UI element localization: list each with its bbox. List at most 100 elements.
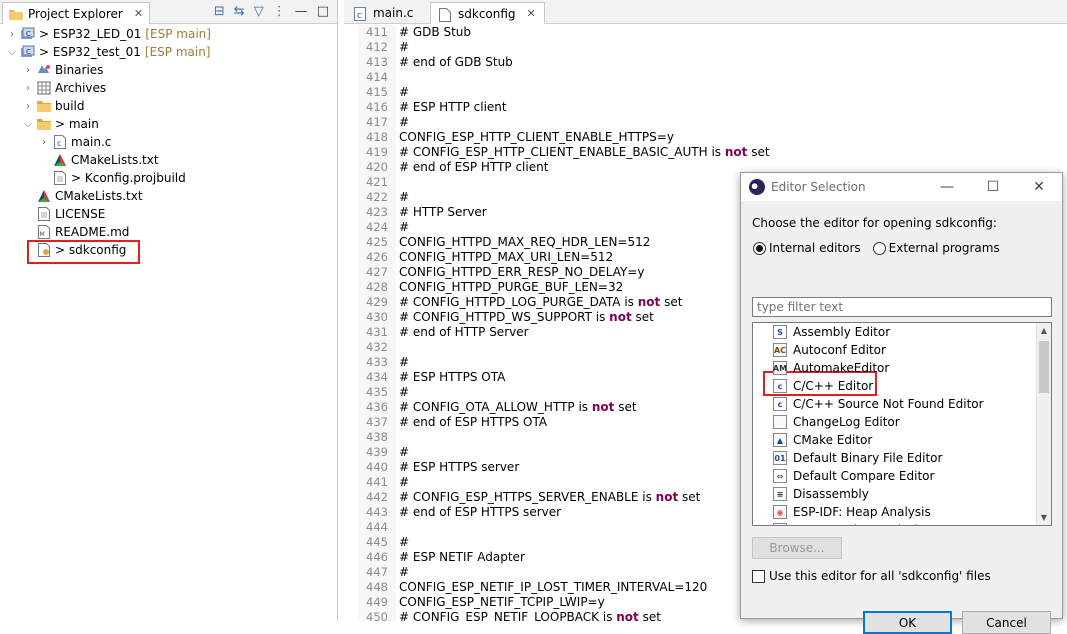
chevron-down-icon[interactable]: ⌵ <box>22 119 34 130</box>
editor-list-item[interactable]: AM AutomakeEditor <box>753 359 1051 377</box>
line-number: 447 <box>366 565 388 579</box>
code-text: # end of HTTP Server <box>399 325 529 340</box>
line-number: 424 <box>366 220 388 234</box>
code-text: CONFIG_HTTPD_MAX_URI_LEN=512 <box>399 250 613 265</box>
editor-list-item[interactable]: ▲ CMake Editor <box>753 431 1051 449</box>
editor-list-item[interactable]: ◉ ESP-IDF: Heap Analysis <box>753 503 1051 521</box>
line-number: 419 <box>366 145 388 159</box>
line-number: 414 <box>366 70 388 84</box>
tree-item[interactable]: › c main.c <box>0 133 337 151</box>
code-text: # CONFIG_OTA_ALLOW_HTTP is not set <box>399 400 637 415</box>
tree-item[interactable]: M README.md <box>0 223 337 241</box>
cmake-icon <box>52 153 68 167</box>
c-file-icon: c <box>354 7 368 21</box>
code-line: 418 CONFIG_ESP_HTTP_CLIENT_ENABLE_HTTPS=y <box>344 130 1067 145</box>
chevron-right-icon[interactable]: › <box>38 137 50 148</box>
internal-editors-radio[interactable]: Internal editors <box>753 241 861 255</box>
tree-item[interactable]: › Binaries <box>0 61 337 79</box>
code-text-part: # end of ESP HTTP client <box>399 160 549 174</box>
close-icon[interactable]: ✕ <box>134 7 143 20</box>
minimize-button[interactable]: — <box>924 173 970 201</box>
tree-item-label: build <box>55 99 85 113</box>
checkbox-label: Use this editor for all 'sdkconfig' file… <box>769 569 991 583</box>
binary-file-icon: 01 <box>773 451 787 465</box>
link-with-editor-icon[interactable]: ⇆ <box>234 4 245 19</box>
ok-button[interactable]: OK <box>863 611 952 634</box>
editor-list-item-label: Autoconf Editor <box>793 343 886 357</box>
close-icon[interactable]: ✕ <box>527 7 536 20</box>
cancel-button[interactable]: Cancel <box>962 611 1051 634</box>
tree-item[interactable]: > Kconfig.projbuild <box>0 169 337 187</box>
line-number: 421 <box>366 175 388 189</box>
editor-list-item[interactable]: ChangeLog Editor <box>753 413 1051 431</box>
editor-list-item[interactable]: c C/C++ Source Not Found Editor <box>753 395 1051 413</box>
chevron-right-icon[interactable]: › <box>22 65 34 76</box>
editor-list[interactable]: S Assembly Editor AC Autoconf Editor AM Autom… <box>752 322 1052 526</box>
heap-analysis-icon: ◉ <box>773 505 787 519</box>
radio-unselected-icon[interactable] <box>872 241 886 255</box>
scroll-thumb[interactable] <box>1039 341 1049 393</box>
editor-list-item[interactable]: ≡ Disassembly <box>753 485 1051 503</box>
tree-item[interactable]: › build <box>0 97 337 115</box>
editor-list-item[interactable]: 01 Default Binary File Editor <box>753 449 1051 467</box>
disassembly-icon: ≡ <box>773 487 787 501</box>
scroll-down-icon[interactable]: ▼ <box>1037 510 1051 525</box>
tab-sdkconfig[interactable]: sdkconfig ✕ <box>430 2 545 24</box>
tree-item[interactable]: ⌵ C > ESP32_test_01 [ESP main] <box>0 43 337 61</box>
maximize-icon[interactable]: □ <box>317 4 329 19</box>
c-file-icon: c <box>52 135 68 149</box>
chevron-down-icon[interactable]: ⌵ <box>6 47 18 58</box>
code-text: # <box>399 385 409 400</box>
editor-list-item[interactable]: ⇔ Default Compare Editor <box>753 467 1051 485</box>
code-text-part: # <box>399 220 410 234</box>
code-text-part: # <box>399 190 410 204</box>
code-text: # <box>399 355 409 370</box>
folder-icon <box>36 117 52 131</box>
code-text: # end of ESP HTTP client <box>399 160 548 175</box>
tree-item-label: LICENSE <box>55 207 106 221</box>
code-text-part: CONFIG_ESP_NETIF_IP_LOST_TIMER_INTERVAL=… <box>399 580 708 594</box>
filter-icon[interactable]: ▽ <box>254 4 264 19</box>
scroll-up-icon[interactable]: ▲ <box>1037 323 1051 338</box>
maximize-button[interactable]: ☐ <box>970 173 1016 201</box>
tree-item-label: Binaries <box>55 63 104 77</box>
code-text-part: # <box>399 385 410 399</box>
folder-icon <box>9 8 23 20</box>
code-line: 416 # ESP HTTP client <box>344 100 1067 115</box>
tree-item[interactable]: LICENSE <box>0 205 337 223</box>
chevron-right-icon[interactable]: › <box>22 83 34 94</box>
tree-item[interactable]: ⌵ > main <box>0 115 337 133</box>
collapse-all-icon[interactable]: ⊟ <box>214 4 225 19</box>
line-number: 449 <box>366 595 388 609</box>
list-scrollbar[interactable]: ▲ ▼ <box>1036 323 1051 525</box>
radio-selected-icon[interactable] <box>753 241 766 255</box>
chevron-right-icon[interactable]: › <box>6 29 18 40</box>
tree-item[interactable]: CMakeLists.txt <box>0 187 337 205</box>
editor-list-item[interactable]: S Assembly Editor <box>753 323 1051 341</box>
filter-input[interactable] <box>752 297 1052 317</box>
external-programs-radio[interactable]: External programs <box>872 241 1000 255</box>
editor-list-item[interactable]: c C/C++ Editor <box>753 377 1051 395</box>
close-button[interactable]: ✕ <box>1016 173 1062 201</box>
tab-main-c[interactable]: c main.c <box>346 2 421 24</box>
code-text-part: # CONFIG_ESP_NETIF_LOOPBACK is <box>399 610 617 621</box>
line-number: 427 <box>366 265 388 279</box>
tree-item[interactable]: › C > ESP32_LED_01 [ESP main] <box>0 25 337 43</box>
tree-item-label: Archives <box>55 81 107 95</box>
tree-item[interactable]: › Archives <box>0 79 337 97</box>
editor-list-item[interactable]: AC Autoconf Editor <box>753 341 1051 359</box>
tree-item[interactable]: CMakeLists.txt <box>0 151 337 169</box>
svg-text:C: C <box>26 48 31 56</box>
code-text-part: # CONFIG_ESP_HTTP_CLIENT_ENABLE_BASIC_AU… <box>399 145 725 159</box>
dialog-titlebar: Editor Selection — ☐ ✕ <box>741 173 1062 201</box>
dialog-body: Choose the editor for opening sdkconfig:… <box>741 201 1062 634</box>
use-for-all-checkbox[interactable]: Use this editor for all 'sdkconfig' file… <box>752 569 991 583</box>
chevron-right-icon[interactable]: › <box>22 101 34 112</box>
minimize-icon[interactable]: — <box>295 4 308 19</box>
tab-project-explorer[interactable]: Project Explorer ✕ <box>2 2 151 24</box>
checkbox-icon[interactable] <box>752 569 765 583</box>
code-text: # end of ESP HTTPS server <box>399 505 561 520</box>
browse-button[interactable]: Browse... <box>752 537 842 559</box>
view-menu-icon[interactable]: ⋮ <box>273 4 286 19</box>
editor-list-item[interactable]: ▤ ESP-IDF: Size Analysis <box>753 521 1051 525</box>
